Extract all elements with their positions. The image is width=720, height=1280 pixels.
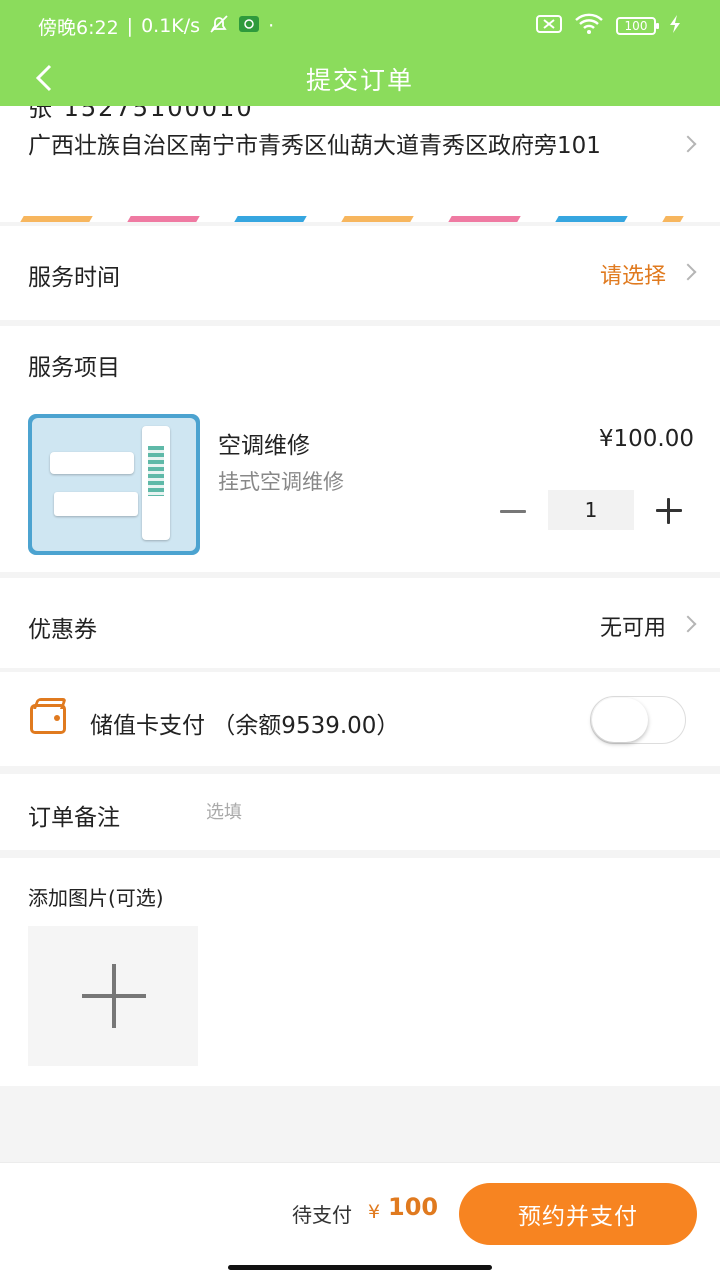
header: 傍晚6:22 | 0.1K/s · 100 提交订单 [0, 0, 720, 106]
quantity-value[interactable]: 1 [548, 490, 634, 530]
stripe-segment [234, 216, 307, 222]
stripe-segment [555, 216, 629, 222]
add-photo-button[interactable] [28, 926, 198, 1066]
app-notification-icon [238, 14, 260, 39]
page-title: 提交订单 [305, 66, 414, 95]
service-items-section: 服务项目 空调维修 挂式空调维修 ¥100.00 1 [0, 326, 720, 572]
add-photo-section: 添加图片(可选) [0, 858, 720, 1086]
service-items-label: 服务项目 [28, 355, 120, 381]
address-contact: 张 15275100010 [28, 106, 254, 122]
stripe-segment [127, 216, 200, 222]
chevron-right-icon [679, 135, 697, 153]
coupon-label: 优惠券 [28, 617, 97, 643]
pending-payment-label: 待支付 [292, 1203, 352, 1227]
book-and-pay-button[interactable]: 预约并支付 [459, 1183, 697, 1245]
wall-ac-unit [54, 492, 138, 516]
back-button[interactable] [24, 58, 64, 98]
status-speed: 0.1K/s [141, 15, 201, 37]
battery-icon: 100 [616, 17, 659, 35]
air-conditioner-image [32, 418, 196, 551]
stripe-segment [20, 216, 93, 222]
stripe-segment [341, 216, 414, 222]
total-amount: 100 [388, 1193, 439, 1221]
service-time-value: 请选择 [599, 264, 666, 289]
home-indicator[interactable] [228, 1265, 492, 1270]
bottom-bar: 待支付 ¥ 100 预约并支付 [0, 1162, 720, 1280]
address-card[interactable]: 张 15275100010 广西壮族自治区南宁市青秀区仙葫大道青秀区政府旁101 [0, 106, 720, 222]
chevron-right-icon [679, 263, 697, 281]
remark-input[interactable] [206, 796, 686, 828]
stored-card-row: 储值卡支付 （余额9539.00） [0, 672, 720, 766]
sim-off-icon [536, 14, 562, 39]
address-stripe [0, 216, 720, 222]
mute-bell-icon [208, 13, 230, 40]
add-photo-label: 添加图片(可选) [28, 886, 164, 910]
product-price: ¥100.00 [598, 426, 694, 452]
address-text: 广西壮族自治区南宁市青秀区仙葫大道青秀区政府旁101 [28, 133, 601, 159]
tower-ac-unit [142, 426, 170, 540]
currency-symbol: ¥ [368, 1201, 381, 1223]
wall-ac-unit [50, 452, 134, 474]
stripe-segment [448, 216, 521, 222]
wallet-icon [30, 704, 66, 734]
nav-bar: 提交订单 [0, 52, 720, 106]
quantity-decrease-button[interactable] [496, 494, 530, 528]
product-name: 空调维修 [218, 433, 310, 459]
dot-icon: · [268, 15, 275, 37]
coupon-row[interactable]: 优惠券 无可用 [0, 578, 720, 668]
remark-row: 订单备注 [0, 774, 720, 850]
quantity-increase-button[interactable] [652, 494, 686, 528]
charging-icon [668, 14, 682, 39]
status-bar: 傍晚6:22 | 0.1K/s · 100 [0, 0, 720, 52]
product-image[interactable] [28, 414, 200, 555]
remark-label: 订单备注 [28, 805, 120, 831]
product-description: 挂式空调维修 [218, 470, 344, 494]
status-divider: | [126, 15, 134, 37]
stored-card-label: 储值卡支付 （余额9539.00） [90, 713, 400, 739]
coupon-value: 无可用 [599, 616, 666, 641]
service-time-row[interactable]: 服务时间 请选择 [0, 226, 720, 320]
wifi-icon [574, 13, 604, 40]
stored-card-toggle[interactable] [590, 696, 686, 744]
stripe-segment [662, 216, 684, 222]
toggle-knob [592, 698, 648, 742]
service-time-label: 服务时间 [28, 265, 120, 291]
status-left: 傍晚6:22 | 0.1K/s · [38, 13, 274, 40]
chevron-left-icon [35, 64, 52, 92]
status-right: 100 [536, 13, 682, 40]
chevron-right-icon [679, 615, 697, 633]
status-time: 傍晚6:22 [38, 16, 119, 39]
